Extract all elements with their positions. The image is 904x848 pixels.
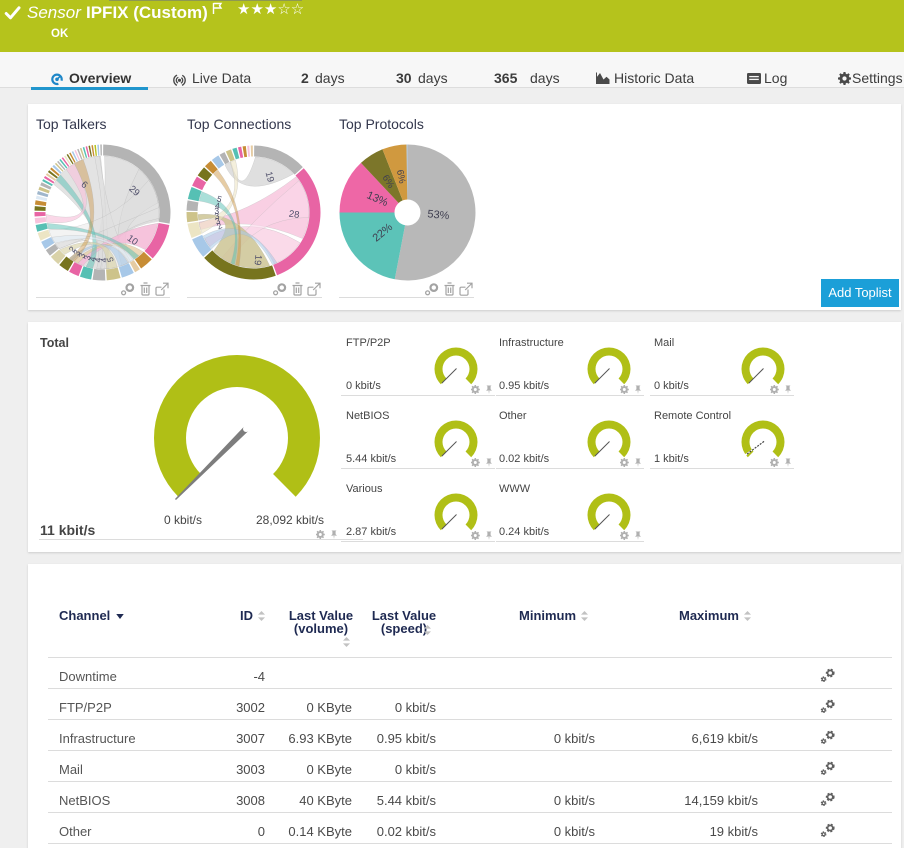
svg-text:53%: 53%	[427, 208, 450, 222]
svg-text:5: 5	[216, 193, 224, 204]
svg-text:19: 19	[252, 254, 264, 265]
svg-text:28: 28	[288, 209, 300, 221]
